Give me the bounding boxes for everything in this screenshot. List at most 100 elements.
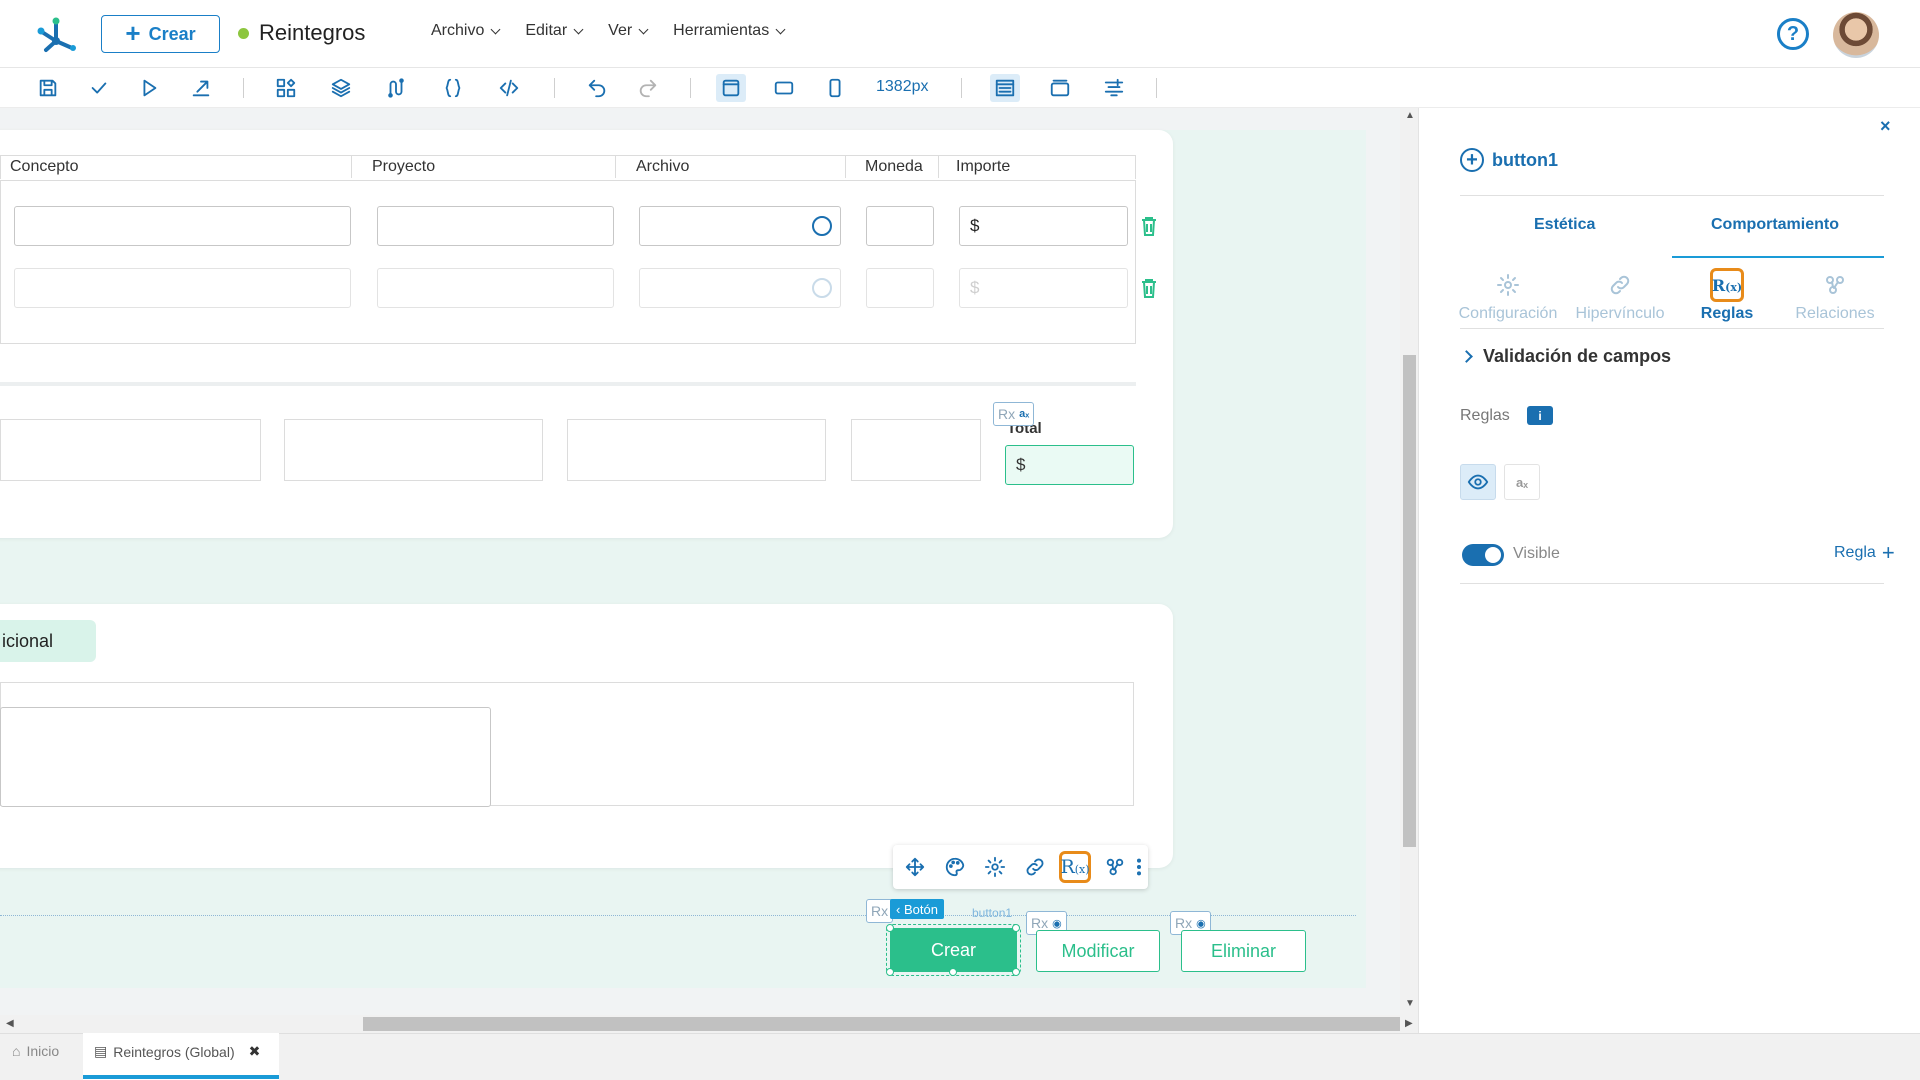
trash-icon[interactable]	[1141, 278, 1157, 298]
drop-zone-outline	[0, 915, 1356, 916]
check-icon[interactable]	[84, 74, 114, 102]
palette-icon[interactable]	[939, 851, 971, 883]
plus-circle-icon: +	[1460, 148, 1484, 172]
subtab-configuracion[interactable]: Configuración	[1448, 265, 1568, 323]
section-validacion[interactable]: Validación de campos	[1460, 346, 1671, 367]
tablet-view-icon[interactable]	[769, 74, 799, 102]
trash-icon[interactable]	[1141, 216, 1157, 236]
avatar[interactable]	[1833, 12, 1879, 58]
app-title: Reintegros	[238, 20, 365, 46]
active-tab-indicator	[1672, 256, 1884, 258]
chevron-down-icon	[573, 24, 584, 34]
scroll-right-icon[interactable]: ▶	[1405, 1018, 1413, 1029]
scroll-down-icon[interactable]: ▼	[1405, 998, 1415, 1009]
upload-icon[interactable]	[812, 216, 832, 236]
mobile-view-icon[interactable]	[820, 74, 850, 102]
proyecto-input[interactable]	[377, 268, 614, 308]
undo-icon[interactable]	[582, 74, 612, 102]
scroll-left-icon[interactable]: ◀	[6, 1018, 14, 1029]
column-header: Proyecto	[372, 158, 436, 175]
notes-textarea[interactable]	[0, 707, 491, 807]
move-icon[interactable]	[899, 851, 931, 883]
rules-chip[interactable]: Rx aₓ	[993, 402, 1035, 426]
concepto-input[interactable]	[14, 206, 351, 246]
moneda-input[interactable]	[866, 206, 934, 246]
redo-icon[interactable]	[633, 74, 663, 102]
archivo-input[interactable]	[639, 268, 841, 308]
design-canvas[interactable]: Concepto Proyecto Archivo Moneda Importe…	[0, 108, 1400, 1023]
resize-handle[interactable]	[1012, 924, 1020, 932]
close-icon[interactable]: ×	[1880, 116, 1891, 137]
importe-input[interactable]: $	[959, 268, 1128, 308]
eliminar-button[interactable]: Eliminar	[1181, 930, 1306, 972]
app-logo-icon[interactable]	[36, 14, 76, 54]
resize-handle[interactable]	[949, 968, 957, 976]
moneda-input[interactable]	[866, 268, 934, 308]
eye-icon[interactable]	[1460, 464, 1496, 500]
align-icon[interactable]	[1099, 74, 1129, 102]
link-icon	[1610, 275, 1630, 295]
tab-estetica[interactable]: Estética	[1534, 216, 1595, 234]
add-rule-button[interactable]: Regla +	[1834, 542, 1895, 564]
horizontal-scroll-thumb[interactable]	[363, 1017, 1400, 1031]
canvas-width-readout: 1382px	[876, 78, 929, 95]
tab-reintegros[interactable]: ▤ Reintegros (Global) ✖	[94, 1043, 260, 1060]
close-tab-icon[interactable]: ✖	[249, 1043, 261, 1060]
help-icon[interactable]: ?	[1777, 18, 1809, 50]
importe-input[interactable]: $	[959, 206, 1128, 246]
visible-toggle[interactable]	[1462, 544, 1504, 566]
scroll-up-icon[interactable]: ▲	[1405, 110, 1415, 121]
editor-toolbar: 1382px	[0, 68, 1920, 108]
layers-icon[interactable]	[326, 74, 356, 102]
create-button[interactable]: + Crear	[101, 15, 220, 53]
concepto-input[interactable]	[14, 268, 351, 308]
more-options-icon[interactable]	[1123, 851, 1155, 883]
export-icon[interactable]	[186, 74, 216, 102]
tab-inicio[interactable]: ⌂ Inicio	[12, 1043, 59, 1059]
component-type-tag[interactable]: ‹ Botón	[890, 899, 944, 919]
flow-icon[interactable]	[381, 74, 411, 102]
menu-ver[interactable]: Ver	[608, 22, 649, 40]
rules-icon: R(x)	[1710, 268, 1744, 302]
element-context-toolbar: R(x)	[893, 845, 1148, 889]
archivo-input[interactable]	[639, 206, 841, 246]
resize-handle[interactable]	[886, 924, 894, 932]
total-cell	[0, 419, 261, 481]
vertical-scroll-thumb[interactable]	[1403, 355, 1416, 847]
link-icon[interactable]	[1019, 851, 1051, 883]
proyecto-input[interactable]	[377, 206, 614, 246]
clear-format-icon: aₓ	[1019, 408, 1030, 420]
info-icon[interactable]: i	[1527, 406, 1553, 425]
resize-handle[interactable]	[1012, 968, 1020, 976]
clear-format-icon[interactable]: aₓ	[1504, 464, 1540, 500]
save-icon[interactable]	[33, 74, 63, 102]
components-icon[interactable]	[271, 74, 301, 102]
subtab-hipervinculo[interactable]: Hipervínculo	[1560, 265, 1680, 323]
code-icon[interactable]	[494, 74, 524, 102]
crear-button[interactable]: Crear	[886, 924, 1021, 976]
tab-comportamiento[interactable]: Comportamiento	[1711, 216, 1839, 234]
desktop-view-icon[interactable]	[716, 74, 746, 102]
upload-icon[interactable]	[812, 278, 832, 298]
rules-icon[interactable]: R(x)	[1059, 851, 1091, 883]
column-header: Concepto	[10, 158, 79, 175]
total-input[interactable]: $	[1005, 445, 1134, 485]
header-layout-icon[interactable]	[990, 74, 1020, 102]
main-menu: Archivo Editar Ver Herramientas	[431, 22, 810, 40]
component-name-tag: button1	[972, 906, 1013, 920]
subtab-relaciones[interactable]: Relaciones	[1775, 265, 1895, 323]
modificar-button[interactable]: Modificar	[1036, 930, 1160, 972]
play-icon[interactable]	[134, 74, 164, 102]
frame-icon[interactable]	[1045, 74, 1075, 102]
subtab-reglas[interactable]: R(x) Reglas	[1667, 265, 1787, 323]
settings-icon[interactable]	[979, 851, 1011, 883]
total-cell	[851, 419, 981, 481]
resize-handle[interactable]	[886, 968, 894, 976]
active-tab-indicator	[83, 1075, 279, 1079]
relations-icon	[1826, 276, 1844, 294]
braces-icon[interactable]	[438, 74, 468, 102]
menu-herramientas[interactable]: Herramientas	[673, 22, 786, 40]
column-header: Importe	[956, 158, 1011, 175]
menu-editar[interactable]: Editar	[525, 22, 584, 40]
menu-archivo[interactable]: Archivo	[431, 22, 501, 40]
